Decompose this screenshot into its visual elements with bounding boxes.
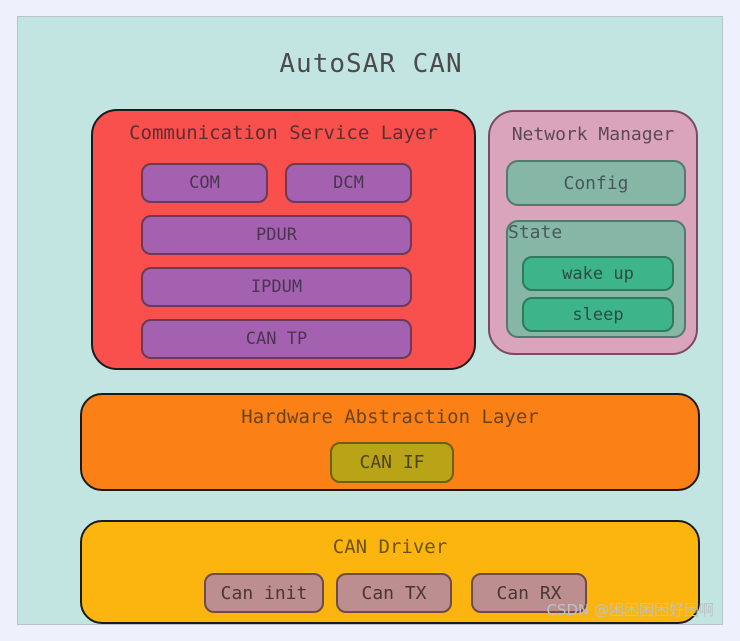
layer-can-driver-label: CAN Driver xyxy=(332,536,448,558)
module-state[interactable]: State wake up sleep xyxy=(506,220,686,338)
watermark: CSDN @困困困困好困啊 xyxy=(546,601,714,619)
layer-network-manager[interactable]: Network Manager Config State wake up sle… xyxy=(488,110,698,355)
module-can-tp[interactable]: CAN TP xyxy=(141,319,412,359)
module-can-init[interactable]: Can init xyxy=(204,573,324,613)
module-pdur[interactable]: PDUR xyxy=(141,215,412,255)
state-wake-up[interactable]: wake up xyxy=(522,256,674,291)
page-title: AutoSAR CAN xyxy=(279,49,463,79)
layer-communication-service[interactable]: Communication Service Layer COM DCM PDUR… xyxy=(91,109,476,370)
module-state-label: State xyxy=(508,222,563,243)
layer-communication-service-label: Communication Service Layer xyxy=(129,122,438,144)
layer-network-manager-label: Network Manager xyxy=(511,124,675,145)
module-can-tx[interactable]: Can TX xyxy=(336,573,452,613)
state-sleep[interactable]: sleep xyxy=(522,297,674,332)
module-config[interactable]: Config xyxy=(506,160,686,206)
module-com[interactable]: COM xyxy=(141,163,268,203)
module-ipdum[interactable]: IPDUM xyxy=(141,267,412,307)
layer-hardware-abstraction[interactable]: Hardware Abstraction Layer CAN IF xyxy=(80,393,700,491)
module-dcm[interactable]: DCM xyxy=(285,163,412,203)
layer-hardware-abstraction-label: Hardware Abstraction Layer xyxy=(241,406,539,428)
module-can-if[interactable]: CAN IF xyxy=(330,442,454,483)
diagram-canvas: AutoSAR CAN Communication Service Layer … xyxy=(17,16,723,625)
